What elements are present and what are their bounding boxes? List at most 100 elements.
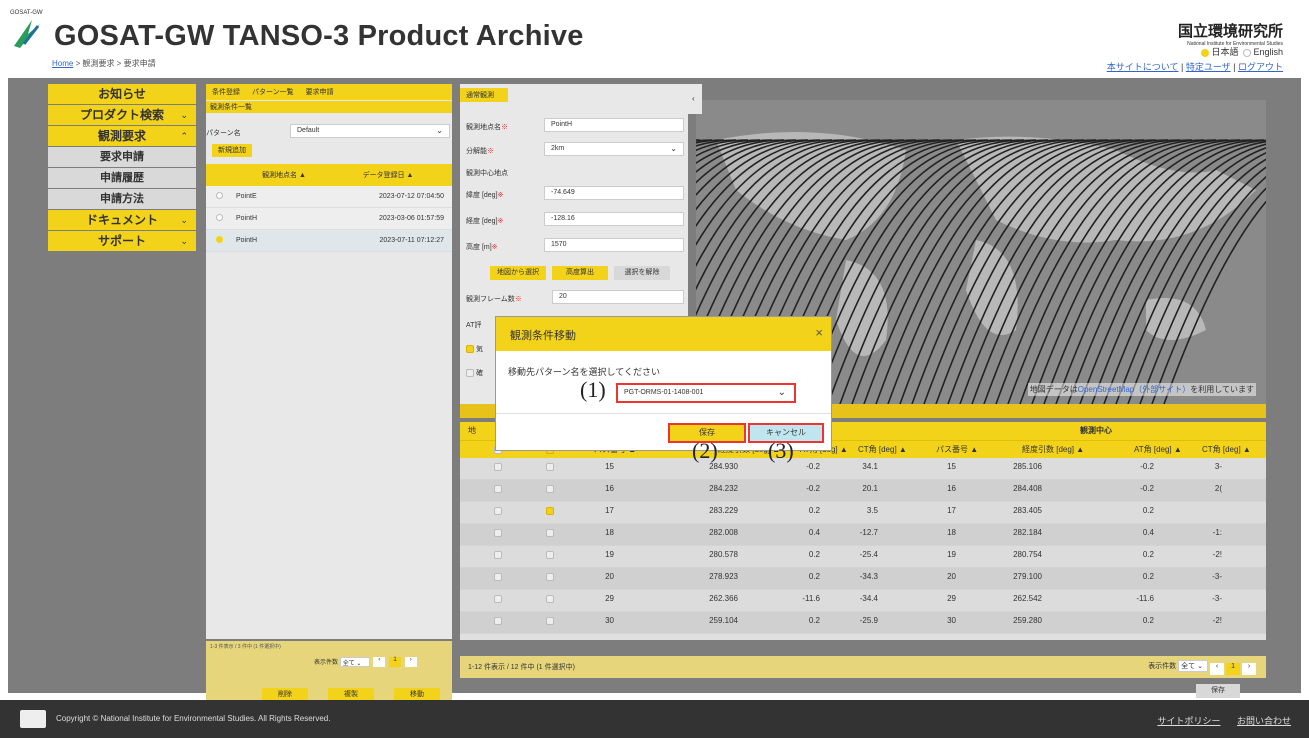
prev-page-button[interactable]: ‹ bbox=[1210, 663, 1225, 675]
user-link[interactable]: 特定ユーザ bbox=[1186, 62, 1231, 72]
nav-documents[interactable]: ドキュメント ⌄ bbox=[48, 210, 196, 230]
tab-normal-observation[interactable]: 通常観測 bbox=[460, 88, 508, 102]
row-checkbox[interactable] bbox=[494, 550, 502, 559]
row-checkbox[interactable] bbox=[494, 572, 502, 581]
lang-en-label[interactable]: English bbox=[1253, 47, 1283, 57]
tab-condition-register[interactable]: 条件登録 bbox=[212, 89, 240, 96]
new-add-button[interactable]: 新規追加 bbox=[212, 144, 252, 157]
row-checkbox-2[interactable] bbox=[546, 506, 554, 515]
table-row[interactable]: 19 280.578 0.2 -25.4 19 280.754 0.2 -2! bbox=[460, 546, 1266, 568]
table-row[interactable]: 16 284.232 -0.2 20.1 16 284.408 -0.2 2( bbox=[460, 480, 1266, 502]
cell-ct2 bbox=[1162, 502, 1222, 520]
calc-altitude-button[interactable]: 高度算出 bbox=[552, 266, 608, 280]
per-page-select[interactable]: 全て ⌄ bbox=[339, 657, 370, 668]
tab-pattern-list[interactable]: パターン一覧 bbox=[252, 89, 294, 96]
nav-request-howto[interactable]: 申請方法 bbox=[48, 189, 196, 209]
table-row[interactable]: PointE 2023-07-12 07:04:50 bbox=[206, 186, 452, 208]
altitude-input[interactable]: 1570 bbox=[544, 238, 684, 252]
table-row[interactable]: 20 278.923 0.2 -34.3 20 279.100 0.2 -3- bbox=[460, 568, 1266, 590]
table-row[interactable]: 30 259.104 0.2 -25.9 30 259.280 0.2 -2! bbox=[460, 612, 1266, 634]
prev-page-button[interactable]: ‹ bbox=[373, 657, 386, 668]
row-radio[interactable] bbox=[215, 192, 223, 199]
select-from-map-button[interactable]: 地図から選択 bbox=[490, 266, 546, 280]
nav-request-apply[interactable]: 要求申請 bbox=[48, 147, 196, 167]
clear-selection-button[interactable]: 選択を解除 bbox=[614, 266, 670, 280]
collapse-panel-button[interactable]: ‹ bbox=[688, 84, 702, 114]
row-checkbox-2[interactable] bbox=[546, 462, 554, 471]
top-links: 本サイトについて | 特定ユーザ | ログアウト bbox=[1107, 60, 1283, 73]
nav-observation-request[interactable]: 観測要求 ⌃ bbox=[48, 126, 196, 146]
lang-ja-radio-icon[interactable] bbox=[1201, 48, 1210, 57]
row-checkbox[interactable] bbox=[494, 462, 502, 471]
row-checkbox[interactable] bbox=[494, 528, 502, 537]
close-icon[interactable]: × bbox=[815, 325, 823, 340]
gosat-logo-icon[interactable]: GOSAT-GW bbox=[10, 10, 44, 50]
cell-date: 2023-03-06 01:57:59 bbox=[379, 215, 444, 222]
table-row[interactable]: 15 284.930 -0.2 34.1 15 285.106 -0.2 3- bbox=[460, 458, 1266, 480]
tab-request-apply[interactable]: 要求申請 bbox=[306, 89, 334, 96]
row-checkbox-2[interactable] bbox=[546, 550, 554, 559]
lang-ja-label[interactable]: 日本語 bbox=[1211, 47, 1238, 57]
target-pattern-select[interactable]: PGT-ORMS-01-1408-001 ⌄ bbox=[616, 383, 796, 403]
row-checkbox-2[interactable] bbox=[546, 528, 554, 537]
cell-at2: -0.2 bbox=[1140, 484, 1154, 493]
row-radio[interactable] bbox=[215, 214, 223, 221]
col-register-date[interactable]: データ登録日 ▲ bbox=[332, 170, 452, 180]
nav-request-history[interactable]: 申請履歴 bbox=[48, 168, 196, 188]
lang-en-radio-icon[interactable] bbox=[1243, 48, 1252, 57]
nav-label: お知らせ bbox=[98, 87, 146, 101]
col-at-2[interactable]: AT角 [deg] ▲ bbox=[1134, 441, 1182, 459]
point-name-input[interactable]: PointH bbox=[544, 118, 684, 132]
row-checkbox-2[interactable] bbox=[546, 484, 554, 493]
col-path-2[interactable]: パス番号 ▲ bbox=[936, 441, 978, 459]
contact-link[interactable]: お問い合わせ bbox=[1237, 716, 1291, 726]
page-1-button[interactable]: 1 bbox=[1226, 663, 1241, 675]
row-radio[interactable] bbox=[215, 236, 223, 243]
row-checkbox[interactable] bbox=[494, 616, 502, 625]
nav-news[interactable]: お知らせ bbox=[48, 84, 196, 104]
frames-input[interactable]: 20 bbox=[552, 290, 684, 304]
table-save-button[interactable]: 保存 bbox=[1196, 684, 1240, 698]
table-row[interactable]: 18 282.008 0.4 -12.7 18 282.184 0.4 -1: bbox=[460, 524, 1266, 546]
table-row[interactable]: 29 262.366 -11.6 -34.4 29 262.542 -11.6 -3- bbox=[460, 590, 1266, 612]
cell-p: 15 bbox=[605, 462, 614, 471]
site-policy-link[interactable]: サイトポリシー bbox=[1157, 716, 1220, 726]
row-checkbox-2[interactable] bbox=[546, 616, 554, 625]
row-checkbox[interactable] bbox=[494, 506, 502, 515]
breadcrumb-home-link[interactable]: Home bbox=[52, 59, 73, 68]
osm-link[interactable]: OpenStreetMap（外部サイト） bbox=[1078, 385, 1190, 394]
alt-label: 高度 [m]※ bbox=[466, 242, 498, 252]
row-checkbox-2[interactable] bbox=[546, 572, 554, 581]
page-1-button[interactable]: 1 bbox=[389, 657, 402, 668]
site-footer: Copyright © National Institute for Envir… bbox=[0, 700, 1309, 738]
header-label: CT角 [deg] bbox=[1202, 445, 1241, 454]
resolution-select[interactable]: 2km ⌄ bbox=[544, 142, 684, 156]
header-label: CT角 [deg] bbox=[858, 445, 897, 454]
next-page-button[interactable]: › bbox=[1242, 663, 1256, 675]
checkbox[interactable] bbox=[466, 369, 474, 378]
row-checkbox[interactable] bbox=[494, 484, 502, 493]
per-page-select[interactable]: 全て ⌄ bbox=[1178, 660, 1209, 672]
table-row[interactable]: PointH 2023-03-06 01:57:59 bbox=[206, 208, 452, 230]
logout-link[interactable]: ログアウト bbox=[1238, 62, 1283, 72]
col-ct[interactable]: CT角 [deg] ▲ bbox=[858, 441, 907, 459]
col-lon-2[interactable]: 経度引数 [deg] ▲ bbox=[1022, 441, 1084, 459]
row-checkbox[interactable] bbox=[494, 594, 502, 603]
col-ct-2[interactable]: CT角 [deg] ▲ bbox=[1202, 441, 1251, 459]
cell-ct2: 3- bbox=[1214, 462, 1222, 471]
nies-logo[interactable]: 国立環境研究所 National Institute for Environme… bbox=[1178, 20, 1283, 47]
next-page-button[interactable]: › bbox=[404, 657, 417, 668]
nav-support[interactable]: サポート ⌄ bbox=[48, 231, 196, 251]
table-row[interactable]: 17 283.229 0.2 3.5 17 283.405 0.2 bbox=[460, 502, 1266, 524]
longitude-input[interactable]: -128.16 bbox=[544, 212, 684, 226]
latitude-input[interactable]: -74.649 bbox=[544, 186, 684, 200]
row-checkbox-2[interactable] bbox=[546, 594, 554, 603]
label-text: 緯度 [deg] bbox=[466, 192, 498, 199]
about-link[interactable]: 本サイトについて bbox=[1107, 62, 1179, 72]
nav-product-search[interactable]: プロダクト検索 ⌄ bbox=[48, 105, 196, 125]
col-point-name[interactable]: 観測地点名 ▲ bbox=[232, 170, 332, 180]
credit-text: を利用しています bbox=[1190, 385, 1254, 394]
pattern-select[interactable]: Default ⌄ bbox=[290, 124, 450, 138]
checkbox[interactable] bbox=[466, 345, 474, 354]
table-row[interactable]: PointH 2023-07-11 07:12:27 bbox=[206, 230, 452, 252]
